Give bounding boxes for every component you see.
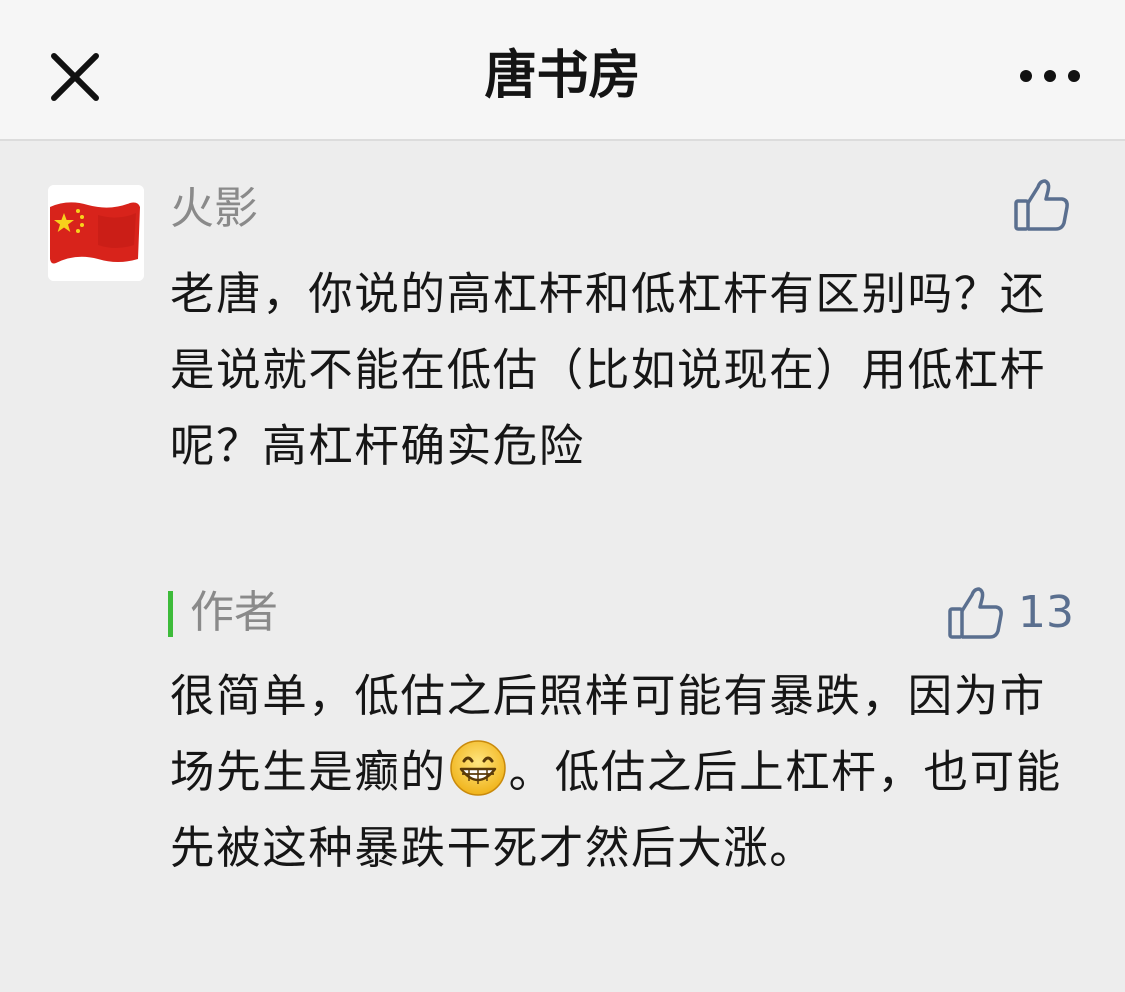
grinning-face-emoji-icon (449, 739, 507, 797)
comment-like-button[interactable] (1010, 173, 1074, 237)
china-flag-avatar (48, 185, 144, 281)
comment-text: 老唐，你说的高杠杆和低杠杆有区别吗？还是说就不能在低估（比如说现在）用低杠杆呢？… (170, 269, 1046, 472)
comment-username[interactable]: 火影 (170, 179, 258, 239)
reply-text: 很简单，低估之后照样可能有暴跌，因为市场先生是癫的 。低估之后上杠杆，也可能先被… (170, 659, 1070, 887)
thumbs-up-icon (1014, 179, 1069, 231)
comment-thread: 火影 老唐，你说的高杠杆和低杠杆有区别吗？还是说就不能在低估（比如说现在）用低杠… (0, 141, 1125, 992)
thumbs-up-icon (948, 587, 1003, 639)
page-title: 唐书房 (484, 46, 641, 106)
reply-indicator-bar (168, 591, 173, 637)
reply-like-count: 13 (1018, 587, 1074, 638)
avatar[interactable] (48, 185, 144, 281)
reply-author-label: 作者 (190, 587, 278, 638)
more-dots-icon (1020, 70, 1080, 82)
more-options-button[interactable] (1010, 52, 1090, 100)
top-bar: 唐书房 (0, 0, 1125, 141)
